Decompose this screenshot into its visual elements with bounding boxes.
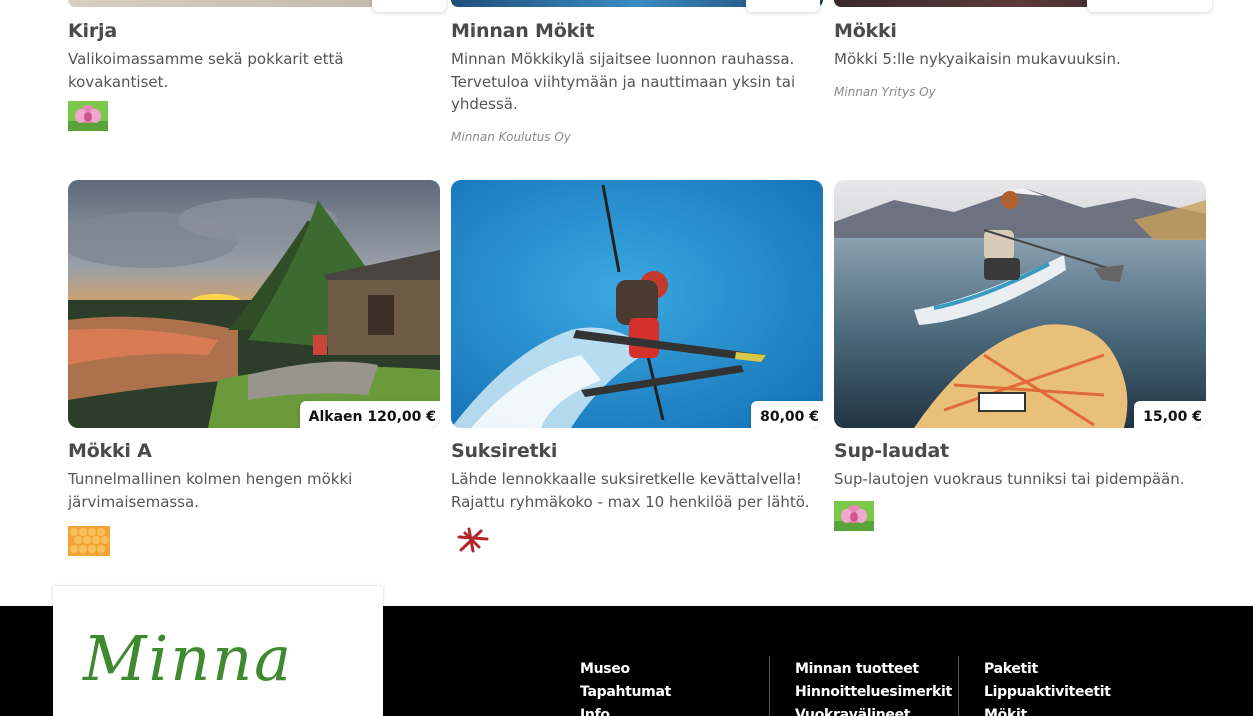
- sunset-cabin-photo[interactable]: Alkaen 120,00 €: [68, 180, 440, 428]
- card-description: Sup-lautojen vuokraus tunniksi tai pidem…: [834, 470, 1185, 488]
- footer-link-lippuaktiviteetit[interactable]: Lippuaktiviteetit: [984, 681, 1111, 704]
- card-title[interactable]: Minnan Mökit: [451, 20, 823, 42]
- footer-nav-col-1: Museo Tapahtumat Info: [580, 658, 671, 716]
- footer-link-vuokravalineet[interactable]: Vuokravälineet: [795, 704, 952, 716]
- card-vendor: Minnan Koulutus Oy: [451, 129, 571, 144]
- paddleboard-photo[interactable]: 15,00 €: [834, 180, 1206, 428]
- footer-link-minnan-tuotteet[interactable]: Minnan tuotteet: [795, 658, 952, 681]
- product-card-minnan-mokit[interactable]: Minnan Mökit Minnan Mökkikylä sijaitsee …: [451, 8, 823, 144]
- card-description: Tunnelmallinen kolmen hengen mökki järvi…: [68, 470, 353, 511]
- footer-divider: [769, 656, 770, 716]
- orange-pattern-logo: [68, 526, 440, 556]
- red-star-logo: [451, 525, 823, 555]
- price-badge: 80,00 €: [751, 401, 823, 428]
- footer-link-paketit[interactable]: Paketit: [984, 658, 1111, 681]
- card-vendor: Minnan Yritys Oy: [834, 84, 936, 99]
- card-description: Minnan Mökkikylä sijaitsee luonnon rauha…: [451, 50, 796, 113]
- footer-link-mokit[interactable]: Mökit: [984, 704, 1111, 716]
- card-title[interactable]: Mökki A: [68, 440, 440, 462]
- product-card-suksiretki[interactable]: 80,00 € Suksiretki Lähde lennokkaalle su…: [451, 180, 823, 555]
- card-title[interactable]: Sup-laudat: [834, 440, 1206, 462]
- card-description: Valikoimassamme sekä pokkarit että kovak…: [68, 50, 344, 91]
- footer-link-info[interactable]: Info: [580, 704, 671, 716]
- card-title[interactable]: Mökki: [834, 20, 1206, 42]
- price-badge: Alkaen 120,00 €: [299, 401, 440, 428]
- flower-logo: [68, 101, 440, 131]
- card-title[interactable]: Suksiretki: [451, 440, 823, 462]
- price-badge: 15,00 €: [1134, 401, 1206, 428]
- card-title[interactable]: Kirja: [68, 20, 440, 42]
- product-card-mokki[interactable]: Mökki Mökki 5:lle nykyaikaisin mukavuuks…: [834, 8, 1206, 99]
- footer-nav-col-2: Minnan tuotteet Hinnoitteluesimerkit Vuo…: [795, 658, 952, 716]
- flower-logo: [834, 500, 1206, 531]
- product-card-sup-laudat[interactable]: 15,00 € Sup-laudat Sup-lautojen vuokraus…: [834, 180, 1206, 531]
- footer-nav-col-3: Paketit Lippuaktiviteetit Mökit: [984, 658, 1111, 716]
- card-description: Lähde lennokkaalle suksiretkelle kevätta…: [451, 470, 810, 511]
- footer-divider: [958, 656, 959, 716]
- card-description: Mökki 5:lle nykyaikaisin mukavuuksin.: [834, 50, 1121, 68]
- footer-link-tapahtumat[interactable]: Tapahtumat: [580, 681, 671, 704]
- footer-link-hinnoitteluesimerkit[interactable]: Hinnoitteluesimerkit: [795, 681, 952, 704]
- product-card-mokki-a[interactable]: Alkaen 120,00 € Mökki A Tunnelmallinen k…: [68, 180, 440, 556]
- product-card-kirja[interactable]: Kirja Valikoimassamme sekä pokkarit että…: [68, 8, 440, 131]
- footer-logo[interactable]: Minna: [53, 586, 383, 716]
- brand-logo-text: Minna: [83, 622, 294, 695]
- footer-link-museo[interactable]: Museo: [580, 658, 671, 681]
- skier-jump-photo[interactable]: 80,00 €: [451, 180, 823, 428]
